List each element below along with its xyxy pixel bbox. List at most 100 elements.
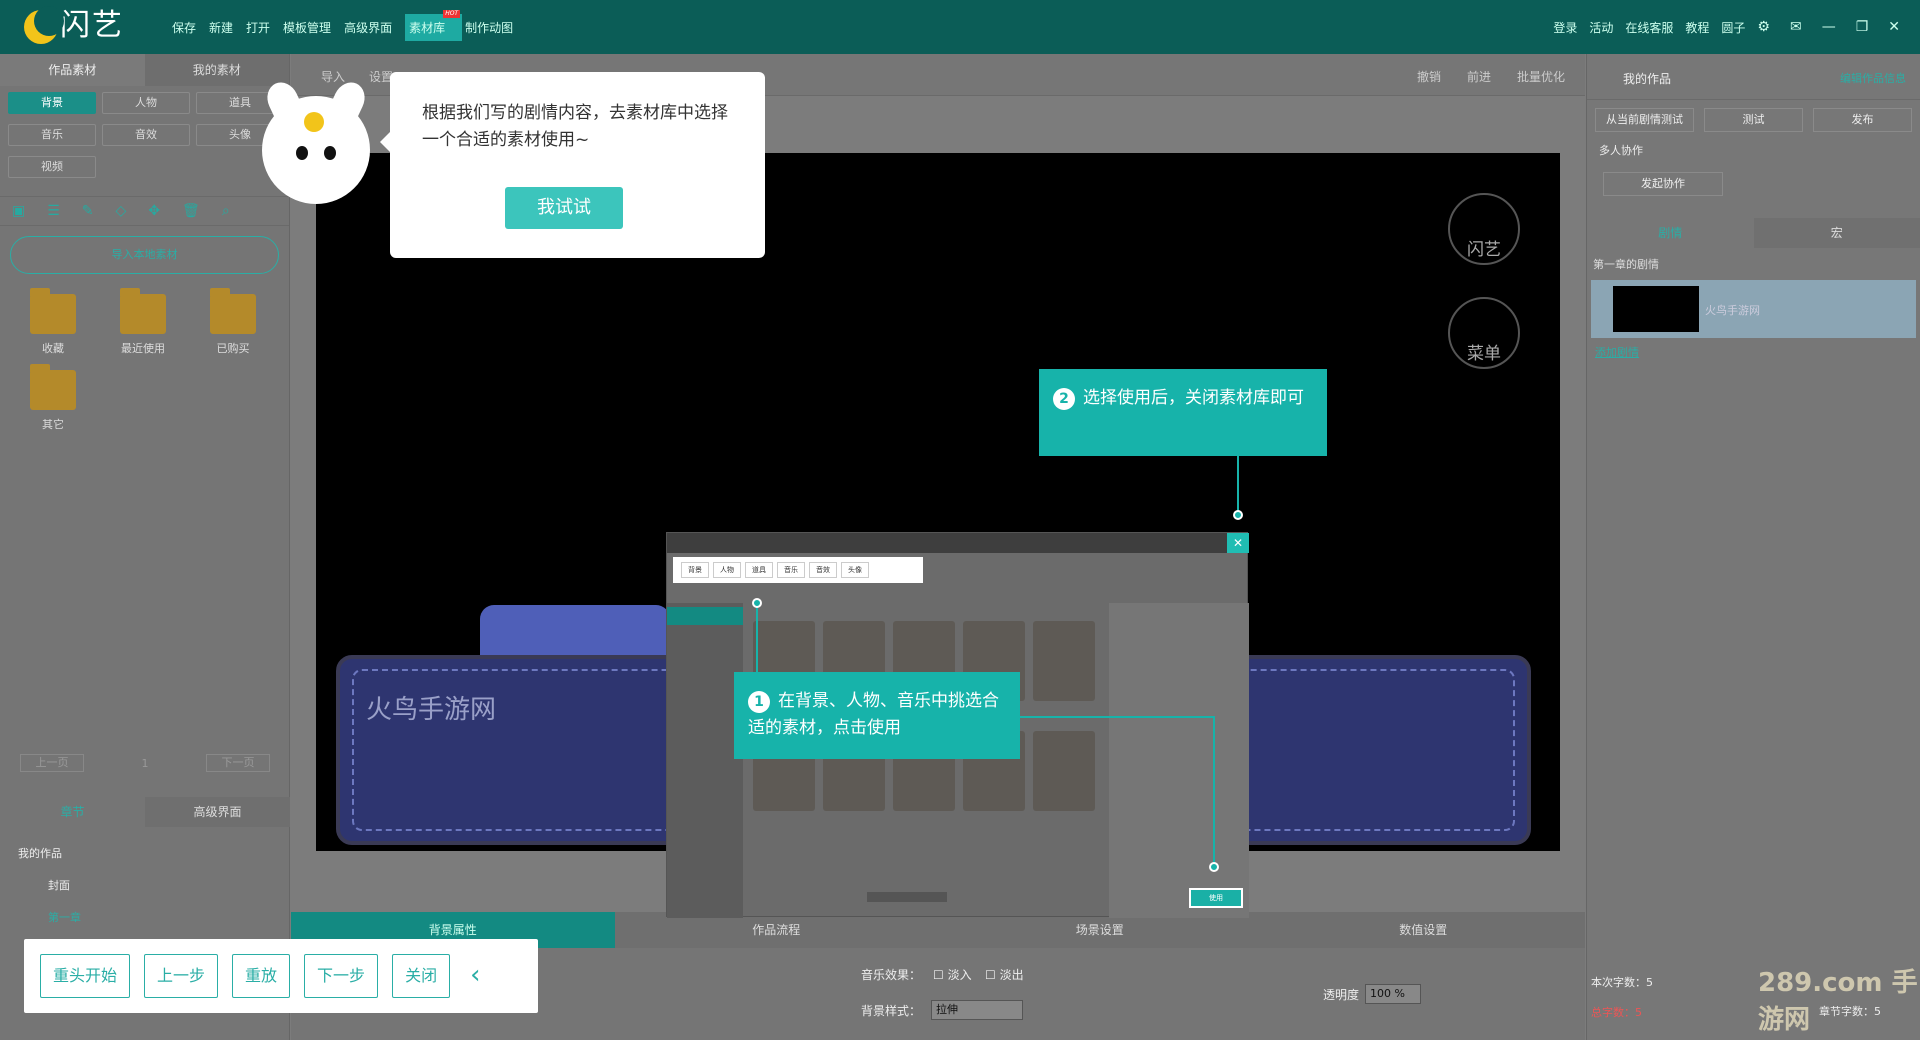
tab-my-assets[interactable]: 我的素材 xyxy=(145,54,290,86)
menu-template-manage[interactable]: 模板管理 xyxy=(283,19,331,36)
close-tutorial-button[interactable]: 关闭 xyxy=(392,954,451,998)
menu-new[interactable]: 新建 xyxy=(209,19,233,36)
tab-plot[interactable]: 剧情 xyxy=(1587,218,1754,248)
tree-title: 我的作品 xyxy=(18,847,62,860)
online-service-link[interactable]: 在线客服 xyxy=(1625,19,1673,36)
batch-optimize-button[interactable]: 批量优化 xyxy=(1517,68,1565,85)
tab-advanced-ui[interactable]: 高级界面 xyxy=(145,797,290,827)
music-effect-label: 音乐效果： xyxy=(861,968,922,982)
asset-tabs: 作品素材 我的素材 xyxy=(0,54,289,86)
category-sfx[interactable]: 音效 xyxy=(102,124,190,146)
mascot-moon xyxy=(304,112,324,132)
fade-out-checkbox[interactable]: ☐ 淡出 xyxy=(985,966,1024,983)
tab-work-assets[interactable]: 作品素材 xyxy=(0,54,145,86)
category-character[interactable]: 人物 xyxy=(102,92,190,114)
page-select[interactable]: 1 xyxy=(142,757,149,770)
next-page-button[interactable]: 下一页 xyxy=(206,754,270,772)
tutorial-link[interactable]: 教程 xyxy=(1685,19,1709,36)
prev-page-button[interactable]: 上一页 xyxy=(20,754,84,772)
preview-close-icon: ✕ xyxy=(1227,533,1249,553)
tab-chapters[interactable]: 章节 xyxy=(0,797,145,827)
preview-pager xyxy=(867,892,947,902)
left-panel: 作品素材 我的素材 背景 人物 道具 音乐 音效 头像 视频 ▣ ☰ ✎ ◇ ✥… xyxy=(0,54,290,1040)
test-button[interactable]: 测试 xyxy=(1704,108,1803,132)
restart-button[interactable]: 重头开始 xyxy=(40,954,131,998)
opacity-stepper[interactable]: 100 % xyxy=(1365,984,1421,1004)
category-music[interactable]: 音乐 xyxy=(8,124,96,146)
fade-in-checkbox[interactable]: ☐ 淡入 xyxy=(933,966,972,983)
plot-item[interactable]: 火鸟手游网 xyxy=(1591,280,1916,338)
maximize-icon[interactable]: ❐ xyxy=(1856,19,1869,35)
activity-link[interactable]: 活动 xyxy=(1589,19,1613,36)
move-icon[interactable]: ✥ xyxy=(148,203,160,219)
tab-value-settings[interactable]: 数值设置 xyxy=(1262,912,1586,948)
stage-menu-button[interactable]: 菜单 xyxy=(1448,297,1520,369)
menu-open[interactable]: 打开 xyxy=(246,19,270,36)
replay-button[interactable]: 重放 xyxy=(232,954,291,998)
import-menu[interactable]: 导入 xyxy=(321,68,345,85)
menu-save[interactable]: 保存 xyxy=(172,19,196,36)
next-step-button[interactable]: 下一步 xyxy=(304,954,379,998)
start-collab-button[interactable]: 发起协作 xyxy=(1603,172,1723,196)
tree-item-cover[interactable]: 封面 xyxy=(18,876,278,908)
folder-label: 其它 xyxy=(42,418,64,431)
redo-button[interactable]: 前进 xyxy=(1467,68,1491,85)
callout-step-1: 1 在背景、人物、音乐中挑选合适的素材，点击使用 xyxy=(734,672,1020,759)
category-video[interactable]: 视频 xyxy=(8,156,96,178)
callout1-line-right xyxy=(1020,716,1214,718)
mail-icon[interactable]: ✉ xyxy=(1790,19,1802,35)
import-local-button[interactable]: 导入本地素材 xyxy=(10,236,279,274)
folder-other[interactable]: 其它 xyxy=(8,364,98,432)
opacity-label: 透明度 xyxy=(1323,988,1360,1002)
bg-style-select[interactable]: 拉伸 xyxy=(931,1000,1023,1020)
tree-item-chapter1[interactable]: 第一章 xyxy=(18,908,278,940)
close-icon[interactable]: ✕ xyxy=(1888,19,1900,35)
asset-categories: 背景 人物 道具 音乐 音效 头像 视频 xyxy=(0,86,289,184)
add-plot-link[interactable]: 添加剧情 xyxy=(1587,338,1920,366)
test-from-current-button[interactable]: 从当前剧情测试 xyxy=(1595,108,1694,132)
preview-use-label: 使用 xyxy=(1191,890,1241,906)
preview-character xyxy=(1033,621,1095,701)
tab-workflow[interactable]: 作品流程 xyxy=(615,912,939,948)
callout-step-2: 2 选择使用后，关闭素材库即可 xyxy=(1039,369,1327,456)
list-icon[interactable]: ☰ xyxy=(47,203,60,219)
folder-icon xyxy=(210,288,256,334)
folder-purchased[interactable]: 已购买 xyxy=(188,288,278,356)
publish-button[interactable]: 发布 xyxy=(1813,108,1912,132)
edit-icon[interactable]: ✎ xyxy=(82,203,94,219)
callout1-dot-top xyxy=(752,598,762,608)
undo-button[interactable]: 撤销 xyxy=(1417,68,1441,85)
menu-advanced-ui[interactable]: 高级界面 xyxy=(344,19,392,36)
minimize-icon[interactable]: — xyxy=(1822,19,1836,35)
watermark: 289.com 手游网 xyxy=(1758,968,1918,1035)
folder-label: 收藏 xyxy=(42,342,64,355)
folder-recent[interactable]: 最近使用 xyxy=(98,288,188,356)
prev-step-button[interactable]: 上一步 xyxy=(144,954,219,998)
callout2-dot xyxy=(1233,510,1243,520)
search-icon[interactable]: ⌕ xyxy=(222,203,230,219)
main-menu: 保存 新建 打开 模板管理 高级界面 素材库 HOT 制作动图 xyxy=(172,0,526,54)
stage-logo-label: 闪艺 xyxy=(1467,240,1501,260)
tag-icon[interactable]: ◇ xyxy=(116,203,127,219)
try-it-button[interactable]: 我试试 xyxy=(505,187,623,229)
preview-tab: 人物 xyxy=(713,562,741,578)
category-background[interactable]: 背景 xyxy=(8,92,96,114)
login-link[interactable]: 登录 xyxy=(1553,19,1577,36)
top-bar: 闪艺 保存 新建 打开 模板管理 高级界面 素材库 HOT 制作动图 登录 活动 … xyxy=(0,0,1920,54)
menu-asset-library[interactable]: 素材库 HOT xyxy=(405,9,463,41)
fade-in-label: 淡入 xyxy=(947,968,972,982)
circle-link[interactable]: 圆子 xyxy=(1721,19,1745,36)
edit-work-info-link[interactable]: 编辑作品信息 xyxy=(1840,70,1906,86)
plot-tabs: 剧情 宏 xyxy=(1587,218,1920,248)
folder-favorites[interactable]: 收藏 xyxy=(8,288,98,356)
delete-icon[interactable]: 🗑 xyxy=(182,203,200,219)
moon-logo-icon xyxy=(24,5,64,44)
preview-tab: 背景 xyxy=(681,562,709,578)
tab-macro[interactable]: 宏 xyxy=(1753,218,1920,248)
folder-icon[interactable]: ▣ xyxy=(12,203,25,219)
folder-label: 最近使用 xyxy=(121,342,165,355)
settings-icon[interactable]: ⚙ xyxy=(1757,19,1770,35)
menu-make-gif[interactable]: 制作动图 xyxy=(465,19,513,36)
stage-logo-button[interactable]: 闪艺 xyxy=(1448,193,1520,265)
collapse-chevron-icon[interactable]: ‹ xyxy=(464,954,486,998)
